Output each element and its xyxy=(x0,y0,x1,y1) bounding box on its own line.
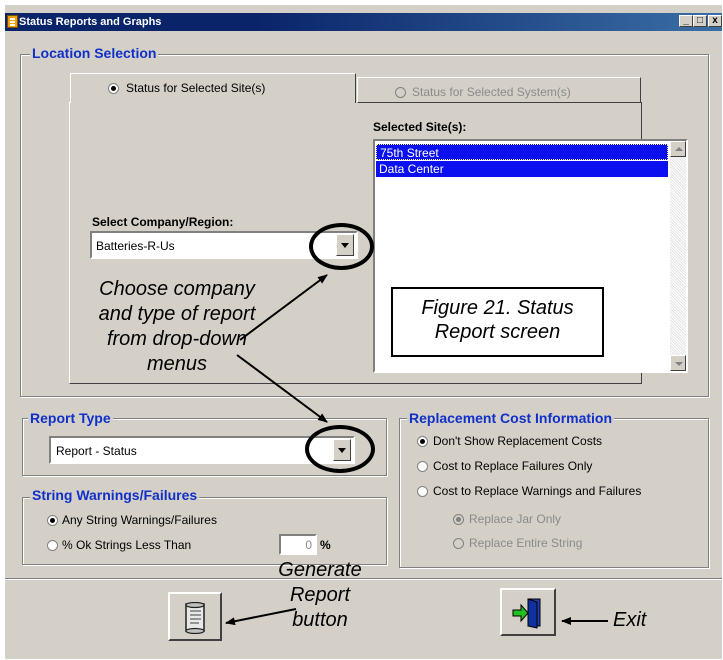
arrow-to-company-dropdown xyxy=(239,274,328,341)
arrow-to-report-dropdown xyxy=(236,354,328,423)
arrow-to-generate-button xyxy=(225,608,297,626)
annotation-arrows xyxy=(225,274,608,626)
